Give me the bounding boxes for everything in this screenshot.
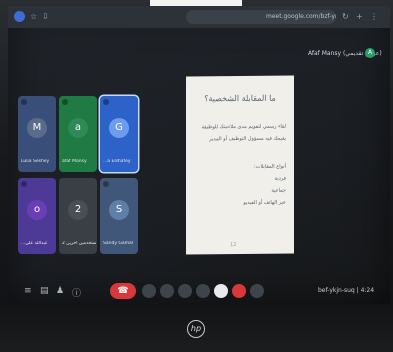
participant-tile[interactable]: 2 2 مستخدمين آخرين <box>59 178 97 254</box>
participant-tile[interactable]: a afaf Mansy <box>59 96 97 172</box>
hp-logo: hp <box>187 320 205 338</box>
slide-bullet: أنواع المقابلات: <box>254 163 286 170</box>
meeting-time: 4:24 <box>360 287 375 294</box>
browser-profile-icon[interactable] <box>14 11 25 22</box>
camera-off-button[interactable] <box>232 284 246 298</box>
participant-name: afaf Mansy <box>62 159 87 164</box>
laptop-screen: ☆ ⇩ meet.google.com/bzf-ykje-suq ↻ + ⋮ A… <box>8 6 390 304</box>
meeting-code: bef-ykjn-suq <box>318 287 355 294</box>
meeting-toolbar: ≡ ▤ ♟ ⓘ ☎ bef-ykjn-suq | 4:24 <box>8 278 390 304</box>
captions-button[interactable] <box>178 284 192 298</box>
mic-off-icon <box>103 99 109 105</box>
reload-icon[interactable]: ↻ <box>342 12 349 21</box>
mic-off-icon <box>62 99 68 105</box>
slide-bullet: جماعية <box>271 187 286 194</box>
present-button[interactable] <box>214 284 228 298</box>
avatar: a <box>68 118 88 138</box>
participant-name: ...a Elshafey <box>103 159 131 164</box>
download-icon[interactable]: ⇩ <box>42 12 49 21</box>
presentation-slide: ما المقابلة الشخصية؟ لقاء رسمي لتقويم مد… <box>186 75 294 255</box>
browser-toolbar: ☆ ⇩ meet.google.com/bzf-ykje-suq ↻ + ⋮ <box>8 6 390 28</box>
participant-name: 2 مستخدمين آخرين <box>62 241 96 246</box>
participant-tile[interactable]: o ...عبدالله علي <box>18 178 56 254</box>
new-tab-icon[interactable]: + <box>356 12 363 21</box>
slide-page-number: 12 <box>230 242 237 249</box>
participant-name: Lulia Seshey <box>21 159 50 164</box>
participant-name: Sandy Gamal <box>103 241 134 246</box>
avatar: S <box>109 200 129 220</box>
raise-hand-button[interactable] <box>160 284 174 298</box>
meeting-info: bef-ykjn-suq | 4:24 <box>318 287 375 294</box>
avatar: G <box>109 118 129 138</box>
chat-icon[interactable]: ≡ <box>24 286 32 296</box>
slide-bullet: لقاء رسمي لتقويم مدى ملاءمتك للوظيفة <box>201 123 287 131</box>
participant-tile[interactable]: S Sandy Gamal <box>100 178 138 254</box>
avatar: o <box>27 200 47 220</box>
mic-off-icon <box>103 181 109 187</box>
slide-bullet: عبر الهاتف أو الفيديو <box>243 199 286 206</box>
avatar: M <box>27 118 47 138</box>
emoji-button[interactable] <box>196 284 210 298</box>
participant-tile[interactable]: M Lulia Seshey <box>18 96 56 172</box>
participant-tile-active[interactable]: G ...a Elshafey <box>100 96 138 172</box>
slide-title: ما المقابلة الشخصية؟ <box>204 93 276 104</box>
more-options-button[interactable] <box>142 284 156 298</box>
address-bar[interactable]: meet.google.com/bzf-ykje-suq <box>186 10 336 24</box>
activities-icon[interactable]: ▤ <box>40 286 49 296</box>
mic-off-icon <box>21 181 27 187</box>
menu-icon[interactable]: ⋮ <box>370 12 378 21</box>
slide-bullet: فردية <box>274 175 286 182</box>
photo-frame: ☆ ⇩ meet.google.com/bzf-ykje-suq ↻ + ⋮ A… <box>0 0 393 352</box>
star-icon[interactable]: ☆ <box>30 12 37 21</box>
info-icon[interactable]: ⓘ <box>72 286 81 299</box>
participant-name: ...عبدالله علي <box>21 241 48 246</box>
people-icon[interactable]: ♟ <box>56 286 64 296</box>
end-call-button[interactable]: ☎ <box>110 283 136 299</box>
mic-off-icon <box>21 99 27 105</box>
avatar: 2 <box>68 200 88 220</box>
slide-bullet: يقيمك فيه مسؤول التوظيف أو المدير <box>209 135 286 143</box>
mic-button[interactable] <box>250 284 264 298</box>
presenter-avatar: A <box>365 48 375 58</box>
